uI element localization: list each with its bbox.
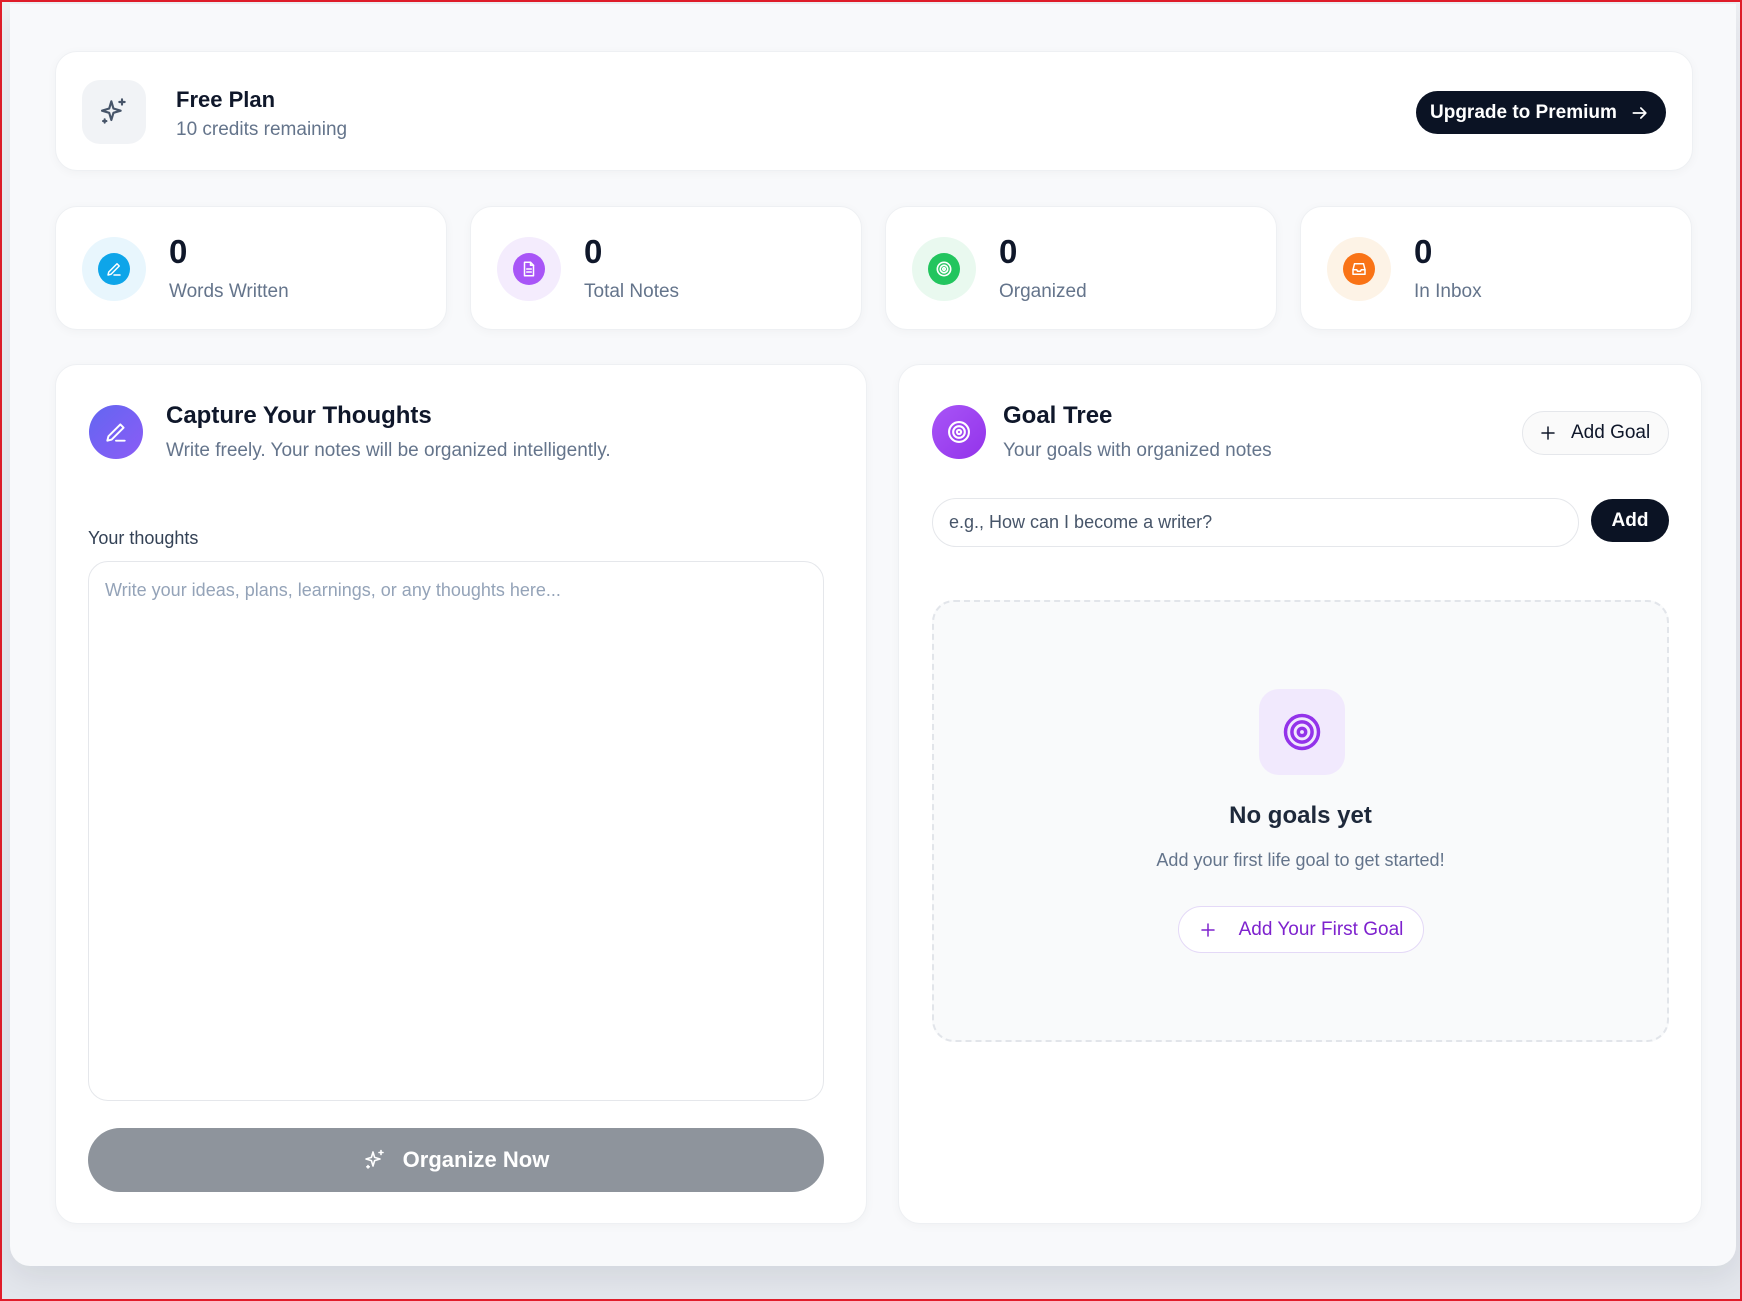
stat-card-total-notes: 0 Total Notes	[470, 206, 862, 330]
target-icon	[928, 253, 960, 285]
total-notes-value: 0	[584, 233, 603, 270]
stat-card-words-written: 0 Words Written	[55, 206, 447, 330]
in-inbox-label: In Inbox	[1414, 281, 1482, 302]
sparkles-icon	[82, 80, 146, 144]
arrow-right-icon	[1632, 106, 1647, 119]
target-icon	[1259, 689, 1345, 775]
total-notes-label: Total Notes	[584, 281, 680, 302]
stat-card-organized: 0 Organized	[885, 206, 1277, 330]
thoughts-textarea[interactable]	[88, 561, 824, 1101]
plan-bar: Free Plan 10 credits remaining Upgrade t…	[55, 51, 1693, 171]
capture-subtitle: Write freely. Your notes will be organiz…	[166, 440, 611, 461]
goal-tree-title: Goal Tree	[1003, 402, 1113, 429]
plan-title: Free Plan	[176, 87, 276, 112]
upgrade-button-label: Upgrade to Premium	[1430, 101, 1617, 123]
words-written-value: 0	[169, 233, 188, 270]
inbox-icon	[1343, 253, 1375, 285]
add-goal-button[interactable]: Add Goal	[1522, 411, 1669, 455]
organized-value: 0	[999, 233, 1018, 270]
upgrade-premium-button[interactable]: Upgrade to Premium	[1416, 91, 1666, 134]
credits-remaining: 10 credits remaining	[176, 119, 348, 140]
target-icon	[932, 405, 986, 459]
add-first-goal-label: Add Your First Goal	[1238, 918, 1404, 940]
in-inbox-value: 0	[1414, 233, 1433, 270]
plus-icon	[1200, 922, 1215, 937]
organize-now-label: Organize Now	[402, 1147, 550, 1172]
goal-input[interactable]	[932, 498, 1579, 547]
thoughts-label: Your thoughts	[88, 528, 199, 548]
stat-card-in-inbox: 0 In Inbox	[1300, 206, 1692, 330]
window-frame: Free Plan 10 credits remaining Upgrade t…	[0, 0, 1742, 1301]
pencil-icon	[98, 253, 130, 285]
goal-tree-subtitle: Your goals with organized notes	[1003, 440, 1272, 461]
add-first-goal-button[interactable]: Add Your First Goal	[1178, 906, 1424, 953]
plus-icon	[1541, 426, 1555, 440]
goal-tree-panel: Goal Tree Your goals with organized note…	[898, 364, 1702, 1224]
sparkles-icon	[364, 1149, 384, 1169]
organized-label: Organized	[999, 281, 1087, 302]
document-icon	[513, 253, 545, 285]
capture-panel: Capture Your Thoughts Write freely. Your…	[55, 364, 867, 1224]
words-written-label: Words Written	[169, 281, 289, 302]
empty-subtitle: Add your first life goal to get started!	[1156, 850, 1445, 870]
pencil-icon	[89, 405, 143, 459]
capture-title: Capture Your Thoughts	[166, 402, 432, 429]
app-container: Free Plan 10 credits remaining Upgrade t…	[10, 4, 1736, 1266]
add-button[interactable]: Add	[1591, 499, 1669, 542]
add-goal-label: Add Goal	[1571, 422, 1651, 443]
empty-title: No goals yet	[1229, 802, 1372, 829]
organize-now-button[interactable]: Organize Now	[88, 1128, 824, 1192]
empty-goals-state: No goals yet Add your first life goal to…	[932, 600, 1669, 1042]
